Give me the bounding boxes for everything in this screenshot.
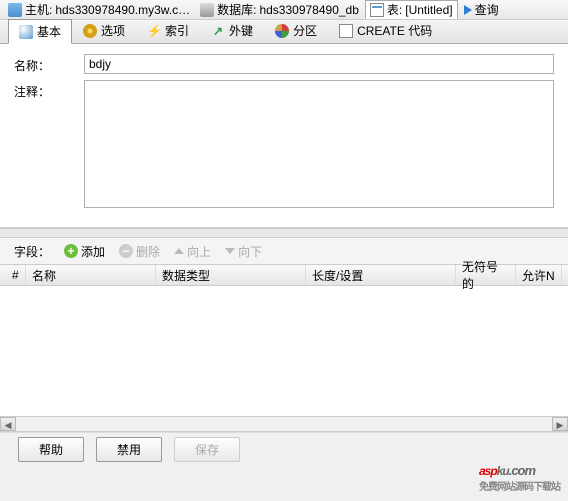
crumb-db[interactable]: 数据库: hds330978490_db [196, 1, 363, 18]
col-len[interactable]: 长度/设置 [306, 265, 456, 285]
name-input[interactable] [84, 54, 554, 74]
crumb-host-label: 主机: [25, 1, 52, 18]
crumb-db-label: 数据库: [217, 1, 256, 18]
tab-basic[interactable]: 基本 [8, 19, 72, 44]
col-name[interactable]: 名称 [26, 265, 156, 285]
grid-header: # 名称 数据类型 长度/设置 无符号的 允许N [0, 264, 568, 286]
comment-textarea[interactable] [84, 80, 554, 208]
crumb-host-value: hds330978490.my3w.c… [55, 3, 190, 17]
crumb-table-label: 表: [387, 1, 402, 18]
down-label: 向下 [238, 243, 262, 260]
scroll-track[interactable] [16, 417, 552, 431]
tab-option[interactable]: 选项 [72, 18, 136, 43]
delete-field-button[interactable]: −删除 [119, 243, 160, 260]
tab-option-label: 选项 [101, 22, 125, 39]
create-icon [339, 24, 353, 38]
move-up-button[interactable]: 向上 [174, 243, 211, 260]
tab-create[interactable]: CREATE 代码 [328, 18, 443, 43]
comment-label: 注释： [14, 80, 84, 100]
save-button[interactable]: 保存 [174, 437, 240, 462]
fields-label: 字段： [14, 243, 50, 260]
help-button[interactable]: 帮助 [18, 437, 84, 462]
col-num[interactable]: # [6, 265, 26, 285]
index-icon: ⚡ [147, 24, 161, 38]
delete-icon: − [119, 244, 133, 258]
grid-body[interactable] [0, 286, 568, 416]
watermark-brand: asp [479, 464, 497, 478]
tab-create-label: CREATE 代码 [357, 22, 432, 39]
scroll-right-icon[interactable]: ▶ [552, 417, 568, 431]
arrow-up-icon [174, 248, 184, 254]
tab-fk-label: 外键 [229, 22, 253, 39]
col-null[interactable]: 允许N [516, 265, 562, 285]
form-area: 名称： 注释： [0, 44, 568, 228]
scroll-left-icon[interactable]: ◀ [0, 417, 16, 431]
move-down-button[interactable]: 向下 [225, 243, 262, 260]
tab-index[interactable]: ⚡ 索引 [136, 18, 200, 43]
watermark-tagline: 免费网站源码下载站 [479, 478, 560, 493]
crumb-query-label: 查询 [475, 1, 499, 18]
horizontal-scrollbar[interactable]: ◀ ▶ [0, 416, 568, 432]
tab-index-label: 索引 [165, 22, 189, 39]
tab-partition[interactable]: 分区 [264, 18, 328, 43]
breadcrumb: 主机: hds330978490.my3w.c… 数据库: hds3309784… [0, 0, 568, 20]
crumb-table[interactable]: 表: [Untitled] [365, 0, 458, 19]
crumb-table-value: [Untitled] [405, 3, 452, 17]
tab-basic-label: 基本 [37, 23, 61, 40]
basic-icon [19, 25, 33, 39]
arrow-down-icon [225, 248, 235, 254]
add-icon: + [64, 244, 78, 258]
crumb-db-value: hds330978490_db [259, 3, 358, 17]
crumb-query[interactable]: 查询 [460, 1, 503, 18]
tabs: 基本 选项 ⚡ 索引 ↗ 外键 分区 CREATE 代码 [0, 20, 568, 44]
tab-fk[interactable]: ↗ 外键 [200, 18, 264, 43]
disable-button[interactable]: 禁用 [96, 437, 162, 462]
partition-icon [275, 24, 289, 38]
tab-partition-label: 分区 [293, 22, 317, 39]
play-icon [464, 5, 472, 15]
host-icon [8, 3, 22, 17]
up-label: 向上 [187, 243, 211, 260]
splitter[interactable] [0, 228, 568, 238]
col-type[interactable]: 数据类型 [156, 265, 306, 285]
col-unsigned[interactable]: 无符号的 [456, 265, 516, 285]
database-icon [200, 3, 214, 17]
watermark: aspku.com 免费网站源码下载站 [479, 454, 560, 493]
delete-label: 删除 [136, 243, 160, 260]
table-icon [370, 3, 384, 17]
add-field-button[interactable]: +添加 [64, 243, 105, 260]
option-icon [83, 24, 97, 38]
add-label: 添加 [81, 243, 105, 260]
crumb-host[interactable]: 主机: hds330978490.my3w.c… [4, 1, 194, 18]
name-label: 名称： [14, 54, 84, 74]
fk-icon: ↗ [211, 24, 225, 38]
